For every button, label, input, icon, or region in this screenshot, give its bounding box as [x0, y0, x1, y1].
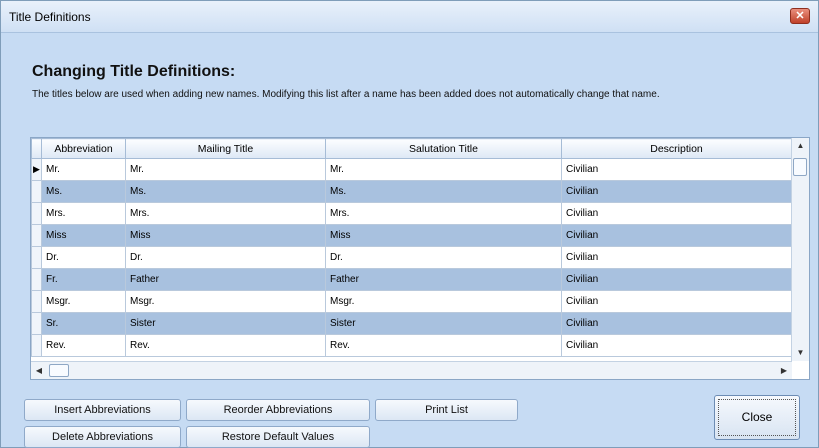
cell-abbreviation[interactable]: Sr. — [41, 312, 126, 335]
table-row[interactable]: Fr. Father Father Civilian — [31, 268, 792, 291]
scroll-down-icon[interactable]: ▼ — [792, 345, 809, 361]
cell-mailing-title[interactable]: Miss — [125, 224, 326, 247]
row-selector[interactable] — [31, 334, 42, 357]
description-text: The titles below are used when adding ne… — [32, 89, 660, 100]
row-selector[interactable] — [31, 180, 42, 203]
table-row[interactable]: Msgr. Msgr. Msgr. Civilian — [31, 290, 792, 313]
cell-salutation-title[interactable]: Mrs. — [325, 202, 562, 225]
window-title: Title Definitions — [9, 10, 91, 24]
cell-mailing-title[interactable]: Father — [125, 268, 326, 291]
cell-salutation-title[interactable]: Mr. — [325, 158, 562, 181]
cell-mailing-title[interactable]: Rev. — [125, 334, 326, 357]
cell-description[interactable]: Civilian — [561, 158, 792, 181]
column-header-mailing-title[interactable]: Mailing Title — [125, 138, 326, 159]
header-row: Abbreviation Mailing Title Salutation Ti… — [31, 138, 792, 159]
titles-table: Abbreviation Mailing Title Salutation Ti… — [31, 138, 792, 357]
cell-description[interactable]: Civilian — [561, 224, 792, 247]
vertical-scrollbar[interactable]: ▲ ▼ — [791, 138, 809, 361]
cell-abbreviation[interactable]: Dr. — [41, 246, 126, 269]
title-definitions-grid[interactable]: Abbreviation Mailing Title Salutation Ti… — [30, 137, 810, 380]
cell-salutation-title[interactable]: Rev. — [325, 334, 562, 357]
cell-abbreviation[interactable]: Msgr. — [41, 290, 126, 313]
insert-abbreviations-button[interactable]: Insert Abbreviations — [24, 399, 181, 421]
reorder-abbreviations-button[interactable]: Reorder Abbreviations — [186, 399, 370, 421]
row-selector[interactable] — [31, 202, 42, 225]
scroll-up-icon[interactable]: ▲ — [792, 138, 809, 154]
cell-mailing-title[interactable]: Msgr. — [125, 290, 326, 313]
column-header-description[interactable]: Description — [561, 138, 792, 159]
cell-mailing-title[interactable]: Ms. — [125, 180, 326, 203]
cell-description[interactable]: Civilian — [561, 180, 792, 203]
horizontal-scroll-thumb[interactable] — [49, 364, 69, 377]
scroll-left-icon[interactable]: ◀ — [31, 362, 47, 379]
current-row-arrow-icon: ▶ — [33, 164, 40, 174]
title-bar[interactable]: Title Definitions ✕ — [1, 1, 818, 33]
cell-abbreviation[interactable]: Miss — [41, 224, 126, 247]
cell-abbreviation[interactable]: Mrs. — [41, 202, 126, 225]
restore-default-values-button[interactable]: Restore Default Values — [186, 426, 370, 448]
cell-mailing-title[interactable]: Mr. — [125, 158, 326, 181]
row-selector[interactable]: ▶ — [31, 158, 42, 181]
cell-description[interactable]: Civilian — [561, 202, 792, 225]
cell-salutation-title[interactable]: Msgr. — [325, 290, 562, 313]
cell-mailing-title[interactable]: Sister — [125, 312, 326, 335]
row-selector[interactable] — [31, 224, 42, 247]
column-header-abbreviation[interactable]: Abbreviation — [41, 138, 126, 159]
close-button[interactable]: Close — [714, 395, 800, 440]
cell-salutation-title[interactable]: Father — [325, 268, 562, 291]
table-row[interactable]: Sr. Sister Sister Civilian — [31, 312, 792, 335]
table-row[interactable]: Dr. Dr. Dr. Civilian — [31, 246, 792, 269]
cell-description[interactable]: Civilian — [561, 312, 792, 335]
cell-abbreviation[interactable]: Mr. — [41, 158, 126, 181]
cell-abbreviation[interactable]: Ms. — [41, 180, 126, 203]
cell-mailing-title[interactable]: Mrs. — [125, 202, 326, 225]
cell-salutation-title[interactable]: Dr. — [325, 246, 562, 269]
row-selector[interactable] — [31, 268, 42, 291]
vertical-scroll-thumb[interactable] — [793, 158, 807, 176]
cell-salutation-title[interactable]: Ms. — [325, 180, 562, 203]
title-definitions-window: Title Definitions ✕ Changing Title Defin… — [0, 0, 819, 448]
cell-abbreviation[interactable]: Fr. — [41, 268, 126, 291]
table-row[interactable]: Mrs. Mrs. Mrs. Civilian — [31, 202, 792, 225]
close-icon[interactable]: ✕ — [790, 8, 810, 24]
page-title: Changing Title Definitions: — [32, 63, 236, 80]
table-row[interactable]: Ms. Ms. Ms. Civilian — [31, 180, 792, 203]
scroll-right-icon[interactable]: ▶ — [776, 362, 792, 379]
row-selector[interactable] — [31, 312, 42, 335]
cell-description[interactable]: Civilian — [561, 334, 792, 357]
cell-mailing-title[interactable]: Dr. — [125, 246, 326, 269]
print-list-button[interactable]: Print List — [375, 399, 518, 421]
cell-salutation-title[interactable]: Miss — [325, 224, 562, 247]
cell-description[interactable]: Civilian — [561, 246, 792, 269]
row-selector[interactable] — [31, 246, 42, 269]
table-row[interactable]: Miss Miss Miss Civilian — [31, 224, 792, 247]
table-row[interactable]: ▶ Mr. Mr. Mr. Civilian — [31, 158, 792, 181]
cell-description[interactable]: Civilian — [561, 268, 792, 291]
column-header-salutation-title[interactable]: Salutation Title — [325, 138, 562, 159]
row-selector[interactable] — [31, 290, 42, 313]
table-row[interactable]: Rev. Rev. Rev. Civilian — [31, 334, 792, 357]
focus-rectangle — [718, 399, 796, 436]
row-selector-header — [31, 138, 42, 159]
cell-description[interactable]: Civilian — [561, 290, 792, 313]
cell-salutation-title[interactable]: Sister — [325, 312, 562, 335]
horizontal-scrollbar[interactable]: ◀ ▶ — [31, 361, 792, 379]
cell-abbreviation[interactable]: Rev. — [41, 334, 126, 357]
delete-abbreviations-button[interactable]: Delete Abbreviations — [24, 426, 181, 448]
